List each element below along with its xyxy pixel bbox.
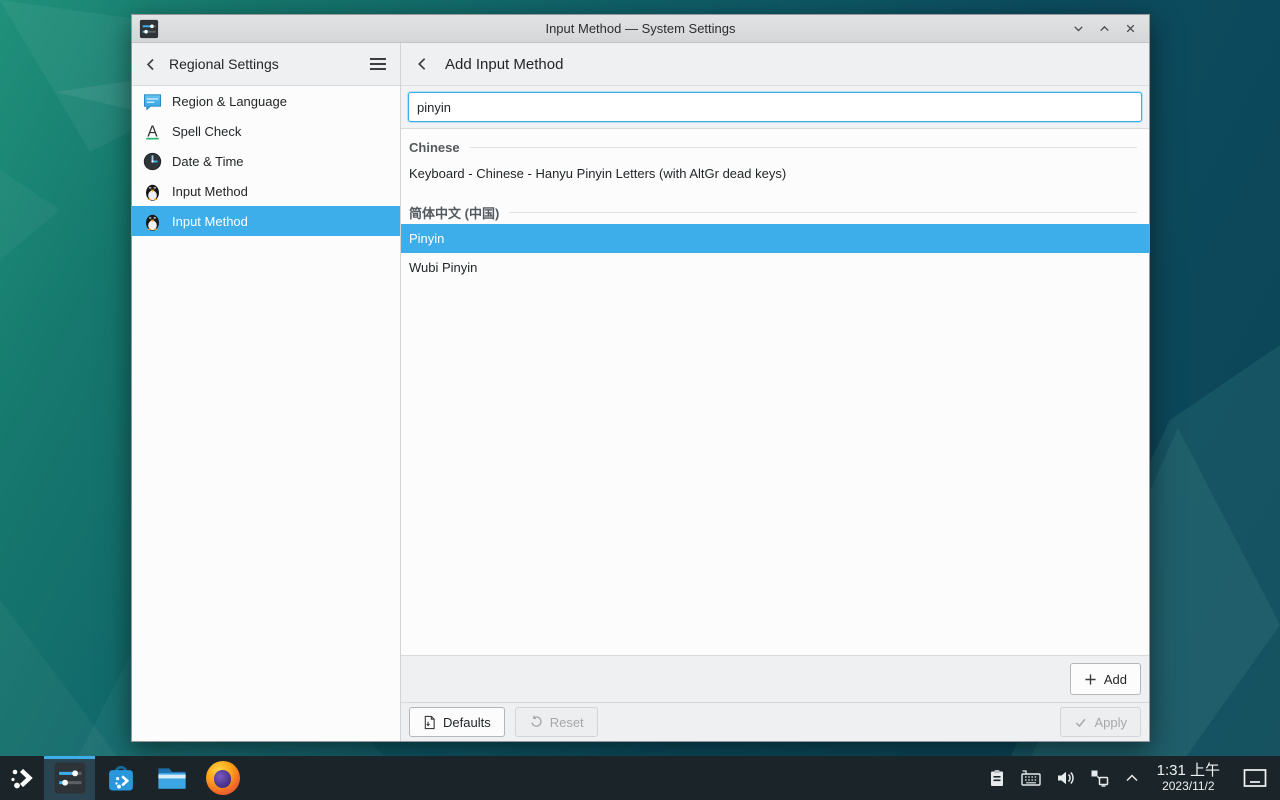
network-icon[interactable]	[1089, 768, 1110, 788]
sidebar-item-input-method-selected[interactable]: Input Method	[132, 206, 400, 236]
group-gap	[401, 188, 1149, 201]
volume-icon[interactable]	[1055, 768, 1076, 788]
desktop-background: Input Method — System Settings	[0, 0, 1280, 800]
sidebar-header: Regional Settings	[132, 43, 400, 86]
page-title: Add Input Method	[445, 56, 563, 73]
sidebar-item-date-time[interactable]: Date & Time	[132, 146, 400, 176]
maximize-button[interactable]	[1095, 20, 1113, 38]
region-language-icon	[142, 91, 163, 112]
sidebar-item-label: Input Method	[172, 214, 248, 229]
page-header: Add Input Method	[401, 43, 1149, 86]
system-tray	[979, 756, 1149, 800]
apply-button-label: Apply	[1094, 715, 1127, 730]
add-button-row: Add	[401, 655, 1149, 702]
window-title: Input Method — System Settings	[132, 21, 1149, 36]
sidebar-item-label: Region & Language	[172, 94, 287, 109]
keyboard-layout-icon[interactable]	[1020, 768, 1042, 788]
window-controls	[1069, 20, 1149, 38]
minimize-button[interactable]	[1069, 20, 1087, 38]
list-item-wubi-pinyin[interactable]: Wubi Pinyin	[401, 253, 1149, 282]
list-item-pinyin-selected[interactable]: Pinyin	[401, 224, 1149, 253]
page-back-button[interactable]	[415, 56, 430, 72]
sidebar-back-button[interactable]	[144, 57, 158, 72]
date-time-icon	[142, 151, 163, 172]
window-body: Regional Settings Region & Language A	[132, 43, 1149, 741]
firefox-icon	[206, 761, 240, 795]
sidebar-item-label: Input Method	[172, 184, 248, 199]
group-header-chinese: Chinese	[401, 136, 1149, 159]
task-system-settings[interactable]	[44, 756, 95, 800]
list-item-keyboard-hanyu-pinyin[interactable]: Keyboard - Chinese - Hanyu Pinyin Letter…	[401, 159, 1149, 188]
discover-icon	[104, 761, 138, 795]
system-settings-window: Input Method — System Settings	[131, 14, 1150, 742]
add-button-label: Add	[1104, 672, 1127, 687]
application-launcher-icon	[8, 764, 36, 792]
list-item-label: Pinyin	[409, 231, 444, 246]
clock-date: 2023/11/2	[1162, 780, 1215, 794]
show-desktop-button[interactable]	[1236, 756, 1274, 800]
taskbar: 1:31 上午 2023/11/2	[0, 756, 1280, 800]
group-header-label: 简体中文 (中国)	[409, 203, 499, 222]
task-discover[interactable]	[95, 756, 146, 800]
input-method-icon	[142, 211, 163, 232]
list-item-label: Wubi Pinyin	[409, 260, 477, 275]
show-desktop-icon	[1243, 768, 1267, 788]
sidebar-back-label: Regional Settings	[169, 56, 279, 72]
application-launcher-button[interactable]	[0, 756, 44, 800]
system-settings-icon	[53, 761, 87, 795]
titlebar[interactable]: Input Method — System Settings	[132, 15, 1149, 43]
sidebar-item-input-method[interactable]: Input Method	[132, 176, 400, 206]
apply-button[interactable]: Apply	[1060, 707, 1141, 737]
clipboard-icon[interactable]	[987, 768, 1007, 788]
group-header-divider	[470, 147, 1137, 148]
group-header-divider	[509, 212, 1137, 213]
clock-time: 1:31 上午	[1157, 762, 1220, 779]
sidebar: Regional Settings Region & Language A	[132, 43, 401, 741]
group-header-label: Chinese	[409, 140, 460, 155]
task-dolphin[interactable]	[146, 756, 197, 800]
group-header-simplified-chinese: 简体中文 (中国)	[401, 201, 1149, 224]
defaults-button-label: Defaults	[443, 715, 491, 730]
reset-button[interactable]: Reset	[515, 707, 598, 737]
input-method-list: Chinese Keyboard - Chinese - Hanyu Pinyi…	[401, 129, 1149, 655]
search-input[interactable]	[408, 92, 1142, 122]
clock[interactable]: 1:31 上午 2023/11/2	[1149, 756, 1228, 800]
system-settings-app-icon	[139, 19, 159, 39]
sidebar-item-label: Date & Time	[172, 154, 244, 169]
list-item-label: Keyboard - Chinese - Hanyu Pinyin Letter…	[409, 166, 786, 181]
sidebar-item-region-language[interactable]: Region & Language	[132, 86, 400, 116]
add-button[interactable]: Add	[1070, 663, 1141, 695]
main-pane: Add Input Method Chinese Keyboard - Chin…	[401, 43, 1149, 741]
defaults-button[interactable]: Defaults	[409, 707, 505, 737]
svg-text:A: A	[147, 123, 158, 140]
sidebar-item-spell-check[interactable]: A Spell Check	[132, 116, 400, 146]
action-button-row: Defaults Reset Apply	[401, 702, 1149, 741]
spell-check-icon: A	[142, 121, 163, 142]
sidebar-item-label: Spell Check	[172, 124, 241, 139]
dolphin-folder-icon	[155, 761, 189, 795]
input-method-icon	[142, 181, 163, 202]
task-firefox[interactable]	[197, 756, 248, 800]
close-button[interactable]	[1121, 20, 1139, 38]
expand-tray-icon[interactable]	[1123, 769, 1141, 787]
reset-button-label: Reset	[550, 715, 584, 730]
menu-button[interactable]	[368, 55, 388, 73]
search-row	[401, 86, 1149, 129]
